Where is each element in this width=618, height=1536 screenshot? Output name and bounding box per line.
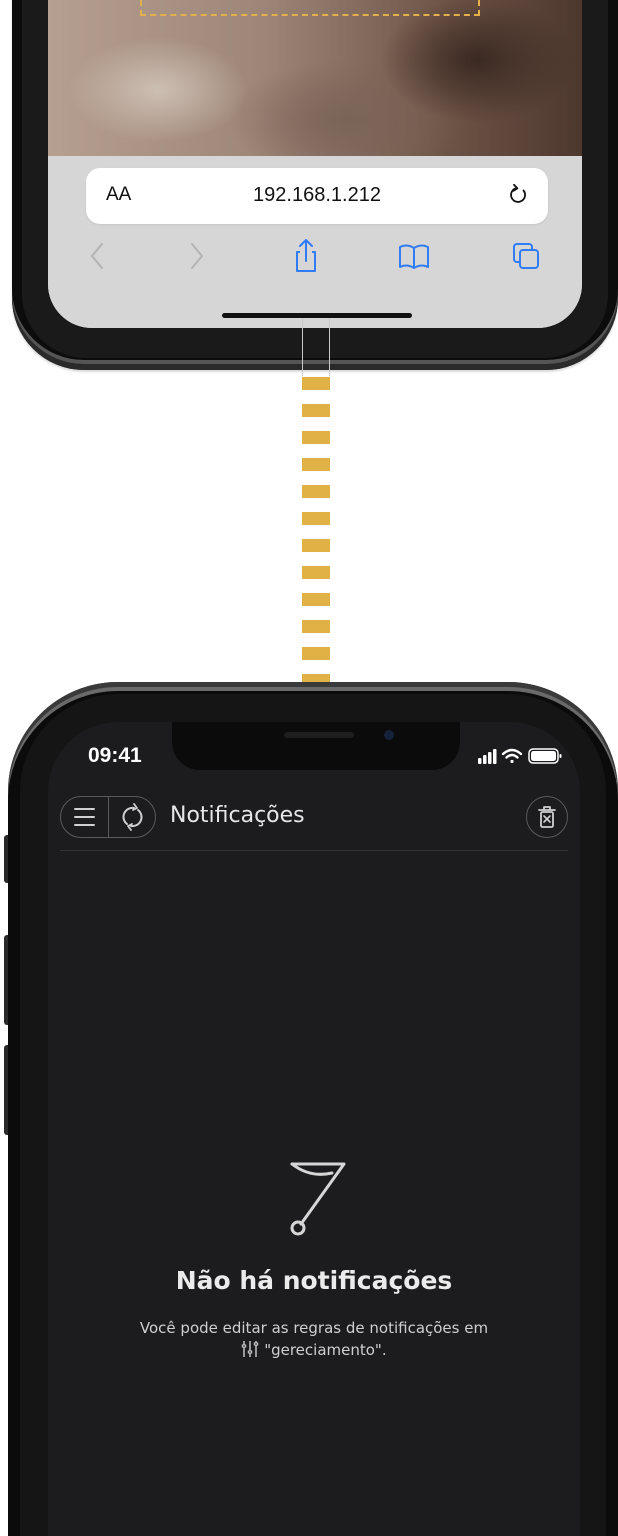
- trash-icon: [538, 806, 556, 828]
- refresh-icon[interactable]: [109, 797, 156, 837]
- description-text: Você pode editar as regras de notificaçõ…: [139, 1319, 489, 1337]
- camera-image: [48, 0, 582, 156]
- page-title: Notificações: [170, 803, 305, 828]
- header-button-group: [60, 796, 156, 838]
- top-phone-screen: AA 192.168.1.212: [48, 0, 582, 328]
- empty-state-description: Você pode editar as regras de notificaçõ…: [134, 1317, 494, 1361]
- battery-icon: [528, 748, 562, 764]
- url-text: 192.168.1.212: [253, 184, 381, 206]
- tabs-icon[interactable]: [506, 236, 546, 276]
- reload-icon[interactable]: [506, 180, 530, 210]
- front-camera: [384, 730, 394, 740]
- highlight-frame: [140, 0, 480, 16]
- address-bar[interactable]: AA 192.168.1.212: [86, 168, 548, 224]
- signal-icon: [478, 749, 497, 764]
- app-header: Notificações: [60, 796, 568, 851]
- bookmarks-book-icon[interactable]: [394, 236, 434, 276]
- bottom-phone-frame: 09:41 Notificações Não há notificações V…: [8, 682, 618, 1536]
- share-icon[interactable]: [286, 236, 326, 276]
- menu-icon[interactable]: [61, 797, 108, 837]
- back-chevron-icon[interactable]: [78, 236, 118, 276]
- empty-state: Não há notificações Você pode editar as …: [48, 1142, 580, 1361]
- earpiece-speaker: [284, 732, 354, 738]
- status-icons: [478, 748, 562, 764]
- notch: [172, 722, 460, 770]
- browser-nav-icons: [48, 236, 582, 276]
- empty-state-title: Não há notificações: [175, 1266, 453, 1295]
- clear-notifications-button[interactable]: [526, 796, 568, 838]
- safari-toolbar: AA 192.168.1.212: [48, 156, 582, 328]
- dashed-connector: [302, 377, 330, 682]
- wifi-icon: [501, 748, 523, 764]
- flag-icon: [290, 1162, 346, 1236]
- bottom-phone-screen: 09:41 Notificações Não há notificações V…: [48, 722, 580, 1536]
- sliders-icon: [242, 1341, 259, 1357]
- top-phone-frame: AA 192.168.1.212: [12, 0, 618, 370]
- connector-guide-top: [302, 318, 330, 376]
- status-time: 09:41: [88, 744, 142, 767]
- forward-chevron-icon[interactable]: [176, 236, 216, 276]
- management-link-text: "gereciamento".: [264, 1341, 387, 1359]
